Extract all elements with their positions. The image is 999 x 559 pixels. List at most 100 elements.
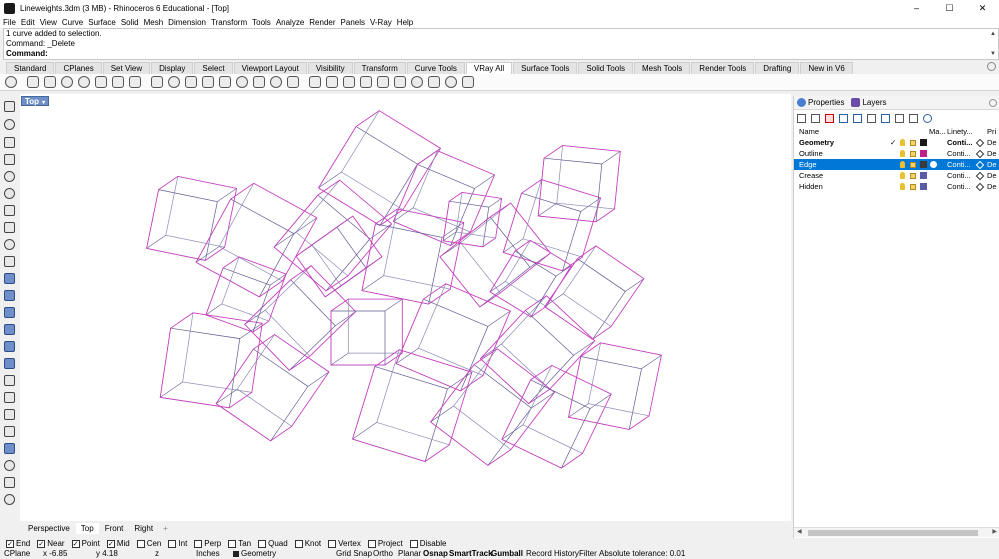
layer-linetype[interactable]: Conti... — [947, 137, 972, 148]
layer-name[interactable]: Hidden — [799, 181, 823, 192]
menu-panels[interactable]: Panels — [341, 18, 365, 27]
layer-linetype[interactable]: Conti... — [947, 148, 971, 159]
tab-solid-tools[interactable]: Solid Tools — [578, 62, 633, 74]
viewport-title-label[interactable]: Top ▾ — [21, 96, 50, 106]
tab-layers[interactable]: Layers — [851, 98, 886, 107]
checkbox-icon[interactable]: ✓ — [6, 539, 14, 548]
osnap-near[interactable]: ✓ Near — [37, 539, 65, 548]
osnap-int[interactable]: Int — [168, 539, 187, 548]
asset-editor-icon[interactable] — [27, 76, 39, 88]
ellipse-icon[interactable] — [4, 239, 15, 250]
layer-row[interactable]: Crease Conti... De — [794, 170, 999, 181]
viewport-tab-front[interactable]: Front — [100, 523, 129, 534]
tab-standard[interactable]: Standard — [6, 62, 55, 74]
toolbar-options-icon[interactable] — [987, 62, 996, 71]
maximize-button[interactable]: ☐ — [933, 0, 966, 16]
column-print[interactable]: Pri — [987, 126, 996, 137]
menu-view[interactable]: View — [40, 18, 57, 27]
tab-new-in-v6[interactable]: New in V6 — [800, 62, 853, 74]
checkbox-icon[interactable] — [367, 539, 376, 548]
osnap-mid[interactable]: ✓ Mid — [106, 539, 130, 548]
osnap-vertex[interactable]: Vertex — [328, 539, 361, 548]
proxy-icon[interactable] — [326, 76, 338, 88]
cylinder-icon[interactable] — [4, 341, 15, 352]
layer-linetype[interactable]: Conti... — [947, 170, 971, 181]
menu-solid[interactable]: Solid — [121, 18, 139, 27]
surface-icon[interactable] — [4, 273, 15, 284]
tab-transform[interactable]: Transform — [353, 62, 406, 74]
lights-icon[interactable] — [44, 76, 56, 88]
material-icon[interactable] — [151, 76, 163, 88]
command-prompt[interactable]: Command: — [6, 49, 998, 59]
move-up-icon[interactable] — [839, 114, 848, 123]
sphere-light-icon[interactable] — [168, 76, 180, 88]
top-viewport[interactable]: Top ▾ — [20, 94, 791, 521]
gumball-toggle[interactable]: Gumball — [491, 549, 523, 559]
fur-icon[interactable] — [360, 76, 372, 88]
layer-row[interactable]: Outline Conti... De — [794, 148, 999, 159]
lock-icon[interactable] — [910, 151, 916, 157]
move-down-icon[interactable] — [853, 114, 862, 123]
help-icon[interactable] — [923, 114, 932, 123]
menu-file[interactable]: File — [3, 18, 16, 27]
osnap-cen[interactable]: Cen — [136, 539, 161, 548]
light-bulb-icon[interactable] — [900, 161, 905, 168]
dome-light-icon[interactable] — [253, 76, 265, 88]
menu-transform[interactable]: Transform — [211, 18, 247, 27]
mesh-icon[interactable] — [4, 358, 15, 369]
select-arrow-icon[interactable] — [4, 101, 15, 112]
filter-icon[interactable] — [881, 114, 890, 123]
move-icon[interactable] — [4, 392, 15, 403]
layer-color-swatch[interactable] — [920, 172, 927, 179]
arc-icon[interactable] — [4, 205, 15, 216]
checkbox-icon[interactable] — [194, 539, 203, 548]
lock-icon[interactable] — [910, 162, 916, 168]
infinite-plane-icon[interactable] — [309, 76, 321, 88]
vray-logo-icon[interactable] — [5, 76, 17, 88]
circle-icon[interactable] — [4, 188, 15, 199]
tab-viewport-layout[interactable]: Viewport Layout — [233, 62, 307, 74]
ies-light-icon[interactable] — [219, 76, 231, 88]
checkbox-icon[interactable] — [228, 539, 237, 548]
tab-display[interactable]: Display — [151, 62, 194, 74]
layer-row[interactable]: Hidden Conti... De — [794, 181, 999, 192]
curve-icon[interactable] — [4, 171, 15, 182]
layer-print-width[interactable]: De — [987, 159, 997, 170]
new-sublayer-icon[interactable] — [811, 114, 820, 123]
tab-render-tools[interactable]: Render Tools — [691, 62, 755, 74]
print-color-icon[interactable] — [975, 149, 985, 159]
boolean-icon[interactable] — [4, 443, 15, 454]
layer-color-swatch[interactable] — [920, 150, 927, 157]
checkbox-icon[interactable] — [294, 539, 303, 548]
osnap-tan[interactable]: Tan — [228, 539, 251, 548]
layer-row[interactable]: Geometry ✓ Conti... De — [794, 137, 999, 148]
layer-color-swatch[interactable] — [920, 161, 927, 168]
print-color-icon[interactable] — [975, 171, 985, 181]
close-button[interactable]: ✕ — [966, 0, 999, 16]
box-icon[interactable] — [4, 307, 15, 318]
text-icon[interactable] — [4, 426, 15, 437]
smarttrack-toggle[interactable]: SmartTrack — [449, 549, 493, 559]
layer-name[interactable]: Outline — [799, 148, 823, 159]
light-bulb-icon[interactable] — [900, 139, 905, 146]
tab-surface-tools[interactable]: Surface Tools — [513, 62, 578, 74]
delete-layer-icon[interactable] — [825, 114, 834, 123]
scrollbar-thumb[interactable] — [808, 530, 978, 536]
tab-properties[interactable]: Properties — [797, 98, 844, 107]
record-history-toggle[interactable]: Record History — [526, 549, 579, 559]
checkbox-icon[interactable] — [409, 539, 418, 548]
menu-analyze[interactable]: Analyze — [276, 18, 304, 27]
point-icon[interactable] — [4, 119, 15, 130]
planar-toggle[interactable]: Planar — [398, 549, 421, 559]
clipper-icon[interactable] — [377, 76, 389, 88]
osnap-knot[interactable]: Knot — [294, 539, 321, 548]
current-layer[interactable]: Geometry — [233, 549, 276, 559]
rect-light-icon[interactable] — [185, 76, 197, 88]
minimize-button[interactable]: – — [900, 0, 933, 16]
osnap-quad[interactable]: Quad — [258, 539, 288, 548]
layer-name[interactable]: Geometry — [799, 137, 834, 148]
layer-name[interactable]: Crease — [799, 170, 823, 181]
scroll-up-icon[interactable]: ▲ — [990, 29, 996, 39]
column-material[interactable]: Ma... — [929, 126, 946, 137]
pack-project-icon[interactable] — [462, 76, 474, 88]
